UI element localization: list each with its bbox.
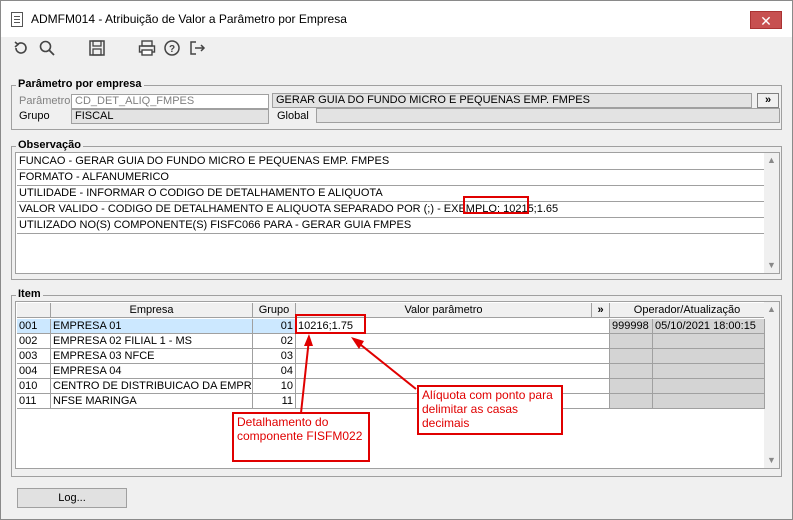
app-window: ADMFM014 - Atribuição de Valor a Parâmet… bbox=[0, 0, 793, 520]
annotation-arrows bbox=[300, 334, 417, 414]
arrowhead-detalhamento bbox=[304, 334, 313, 346]
arrowhead-aliquota bbox=[351, 337, 364, 349]
arrow-detalhamento bbox=[300, 338, 310, 414]
arrow-aliquota bbox=[355, 340, 417, 390]
detalhamento-note: Detalhamento do componente FISFM022 bbox=[232, 412, 370, 462]
aliquota-note: Alíquota com ponto para delimitar as cas… bbox=[417, 385, 563, 435]
log-button[interactable]: Log... bbox=[17, 488, 127, 508]
